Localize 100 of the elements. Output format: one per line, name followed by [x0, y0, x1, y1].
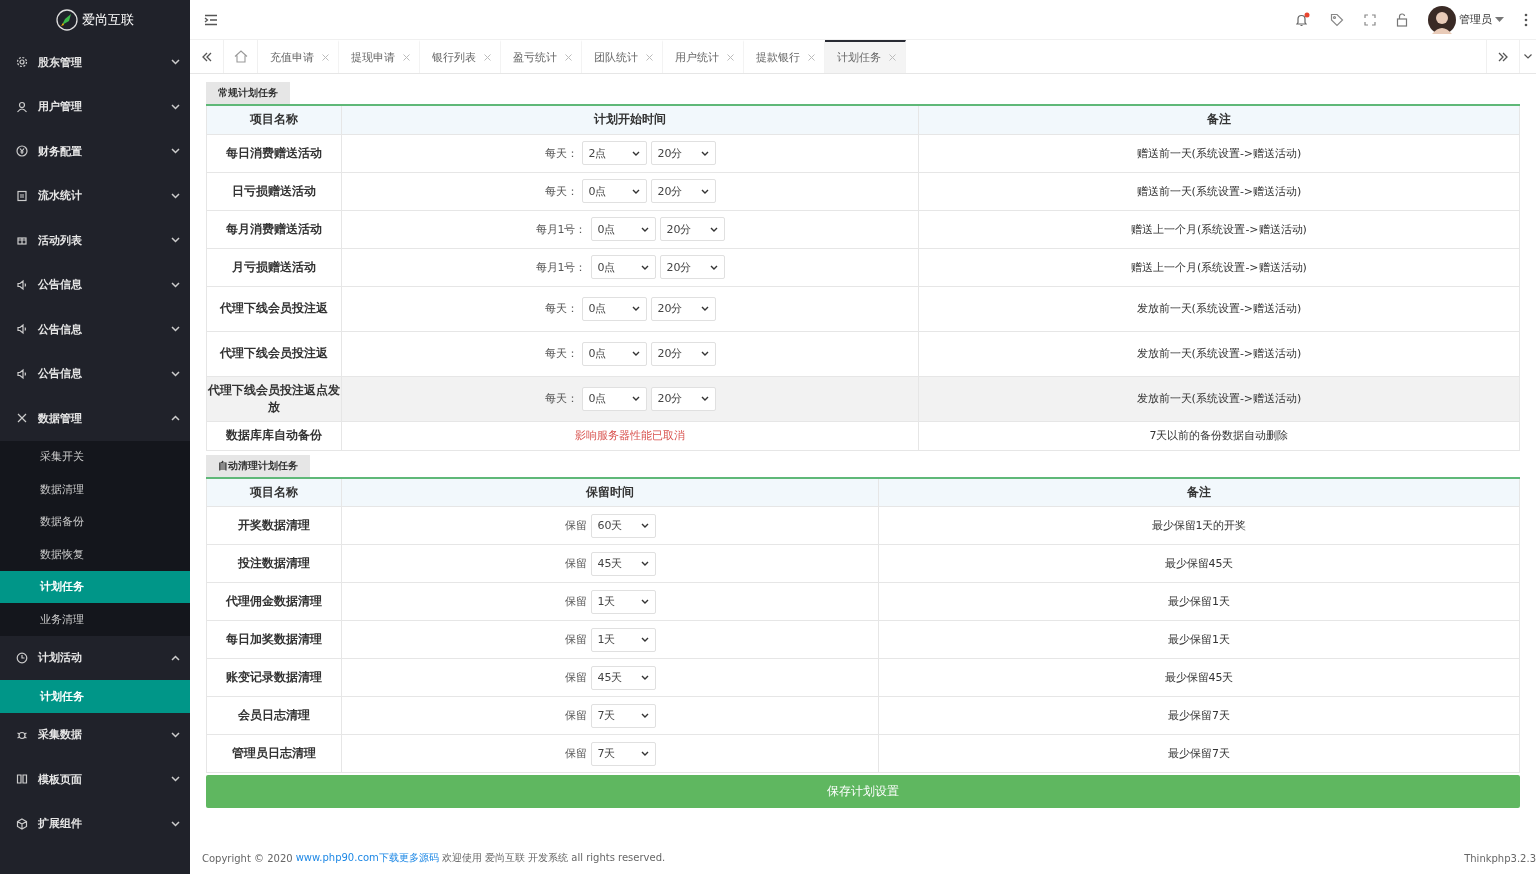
chevron-down-icon	[171, 326, 180, 333]
sidebar-subitem[interactable]: 计划任务	[0, 570, 190, 603]
page-tab[interactable]: 计划任务	[825, 40, 906, 73]
tag-icon[interactable]	[1330, 12, 1344, 27]
gift-icon	[16, 234, 28, 247]
minute-select[interactable]: 20分	[659, 217, 725, 241]
task-name-cell: 每日加奖数据清理	[206, 620, 342, 659]
note-cell: 最少保留7天	[878, 696, 1520, 735]
column-header: 备注	[918, 105, 1520, 134]
caret-icon	[631, 396, 640, 401]
sidebar-item[interactable]: 模板页面	[0, 757, 190, 802]
task-name-cell: 管理员日志清理	[206, 734, 342, 773]
double-chevron-right-icon[interactable]	[1497, 51, 1509, 62]
retention-select[interactable]: 60天	[590, 513, 656, 538]
minute-select[interactable]: 20分	[650, 296, 716, 321]
sidebar-item[interactable]: 股东管理	[0, 40, 190, 85]
retention-select[interactable]: 1天	[590, 589, 656, 614]
sidebar-subitem[interactable]: 业务清理	[0, 603, 190, 636]
minute-select[interactable]: 20分	[650, 179, 716, 203]
task-name-cell: 开奖数据清理	[206, 506, 342, 545]
speaker-icon	[16, 278, 28, 291]
retain-label: 保留	[564, 518, 587, 533]
close-icon[interactable]	[403, 54, 410, 61]
task-name-cell: 账变记录数据清理	[206, 658, 342, 697]
source-link[interactable]: www.php90.com下载更多源码	[295, 851, 439, 865]
close-icon[interactable]	[322, 54, 329, 61]
chevron-up-icon	[171, 415, 180, 422]
hour-select[interactable]: 0点	[581, 296, 647, 321]
task-name-cell: 代理佣金数据清理	[206, 582, 342, 621]
chevron-down-icon	[171, 237, 180, 244]
column-header: 保留时间	[341, 477, 879, 507]
close-icon[interactable]	[727, 54, 734, 61]
hour-select[interactable]: 2点	[581, 141, 647, 165]
task-name-cell: 日亏损赠送活动	[206, 172, 342, 210]
hour-select[interactable]: 0点	[581, 179, 647, 203]
caret-icon	[700, 188, 709, 194]
caret-icon	[700, 306, 709, 311]
chevron-down-icon	[171, 820, 180, 827]
retention-select[interactable]: 7天	[590, 741, 656, 766]
sidebar-item[interactable]: 公告信息	[0, 307, 190, 352]
sidebar-item[interactable]: 扩展组件	[0, 801, 190, 846]
caret-icon	[640, 264, 649, 270]
sidebar-subitem[interactable]: 计划任务	[0, 680, 190, 713]
hour-select[interactable]: 0点	[590, 255, 656, 279]
sidebar-subitem[interactable]: 数据清理	[0, 473, 190, 506]
minute-select[interactable]: 20分	[659, 255, 725, 279]
clock-icon	[16, 651, 28, 664]
caret-icon	[640, 637, 649, 642]
chevron-up-icon	[171, 654, 180, 661]
close-icon[interactable]	[808, 54, 815, 61]
close-icon[interactable]	[889, 54, 896, 61]
sidebar-item[interactable]: 数据管理	[0, 396, 190, 441]
caret-icon	[640, 675, 649, 680]
retention-select[interactable]: 45天	[590, 551, 656, 576]
sidebar-item[interactable]: 采集数据	[0, 712, 190, 757]
chevron-down-icon[interactable]	[1524, 54, 1532, 59]
close-icon[interactable]	[646, 54, 653, 61]
caret-icon	[700, 351, 709, 356]
sidebar-subitem[interactable]: 采集开关	[0, 440, 190, 473]
minute-select[interactable]: 20分	[650, 141, 716, 165]
close-icon[interactable]	[484, 54, 491, 61]
sidebar-subitem[interactable]: 数据恢复	[0, 538, 190, 571]
sidebar-item[interactable]: 活动列表	[0, 218, 190, 263]
menu-icon[interactable]	[204, 13, 218, 26]
user-name[interactable]: 管理员	[1459, 12, 1492, 27]
home-icon[interactable]	[233, 50, 248, 63]
retention-select[interactable]: 7天	[590, 703, 656, 728]
fullscreen-icon[interactable]	[1364, 13, 1376, 26]
more-icon[interactable]	[1524, 12, 1528, 27]
note-cell: 最少保留1天	[878, 582, 1520, 621]
retain-label: 保留	[564, 594, 587, 609]
close-icon[interactable]	[565, 54, 572, 61]
sidebar-item[interactable]: 公告信息	[0, 351, 190, 396]
caret-icon	[640, 226, 649, 232]
column-header: 计划开始时间	[341, 105, 919, 134]
retention-select[interactable]: 1天	[590, 627, 656, 652]
sidebar-subitem[interactable]: 数据备份	[0, 505, 190, 538]
lock-icon[interactable]	[1396, 12, 1408, 27]
note-cell: 最少保留45天	[878, 658, 1520, 697]
sidebar-item[interactable]: 计划活动	[0, 635, 190, 680]
caret-icon	[640, 523, 649, 528]
sidebar-item[interactable]: 用户管理	[0, 84, 190, 129]
hour-select[interactable]: 0点	[590, 217, 656, 241]
chevron-down-icon	[171, 103, 180, 110]
hour-select[interactable]: 0点	[581, 341, 647, 366]
chevron-down-icon	[171, 192, 180, 199]
minute-select[interactable]: 20分	[650, 386, 716, 411]
chevron-down-icon	[171, 776, 180, 783]
bell-icon[interactable]	[1294, 11, 1310, 28]
retention-select[interactable]: 45天	[590, 665, 656, 690]
copyright-text: Copyright © 2020	[202, 852, 293, 864]
task-name-cell: 投注数据清理	[206, 544, 342, 583]
task-name-cell: 代理下线会员投注返	[206, 331, 342, 376]
sidebar-item[interactable]: 财务配置	[0, 129, 190, 174]
sidebar-item[interactable]: 流水统计	[0, 173, 190, 218]
minute-select[interactable]: 20分	[650, 341, 716, 366]
sidebar-item[interactable]: 公告信息	[0, 262, 190, 307]
double-chevron-left-icon[interactable]	[200, 51, 213, 62]
avatar[interactable]	[1428, 5, 1456, 34]
hour-select[interactable]: 0点	[581, 386, 647, 411]
